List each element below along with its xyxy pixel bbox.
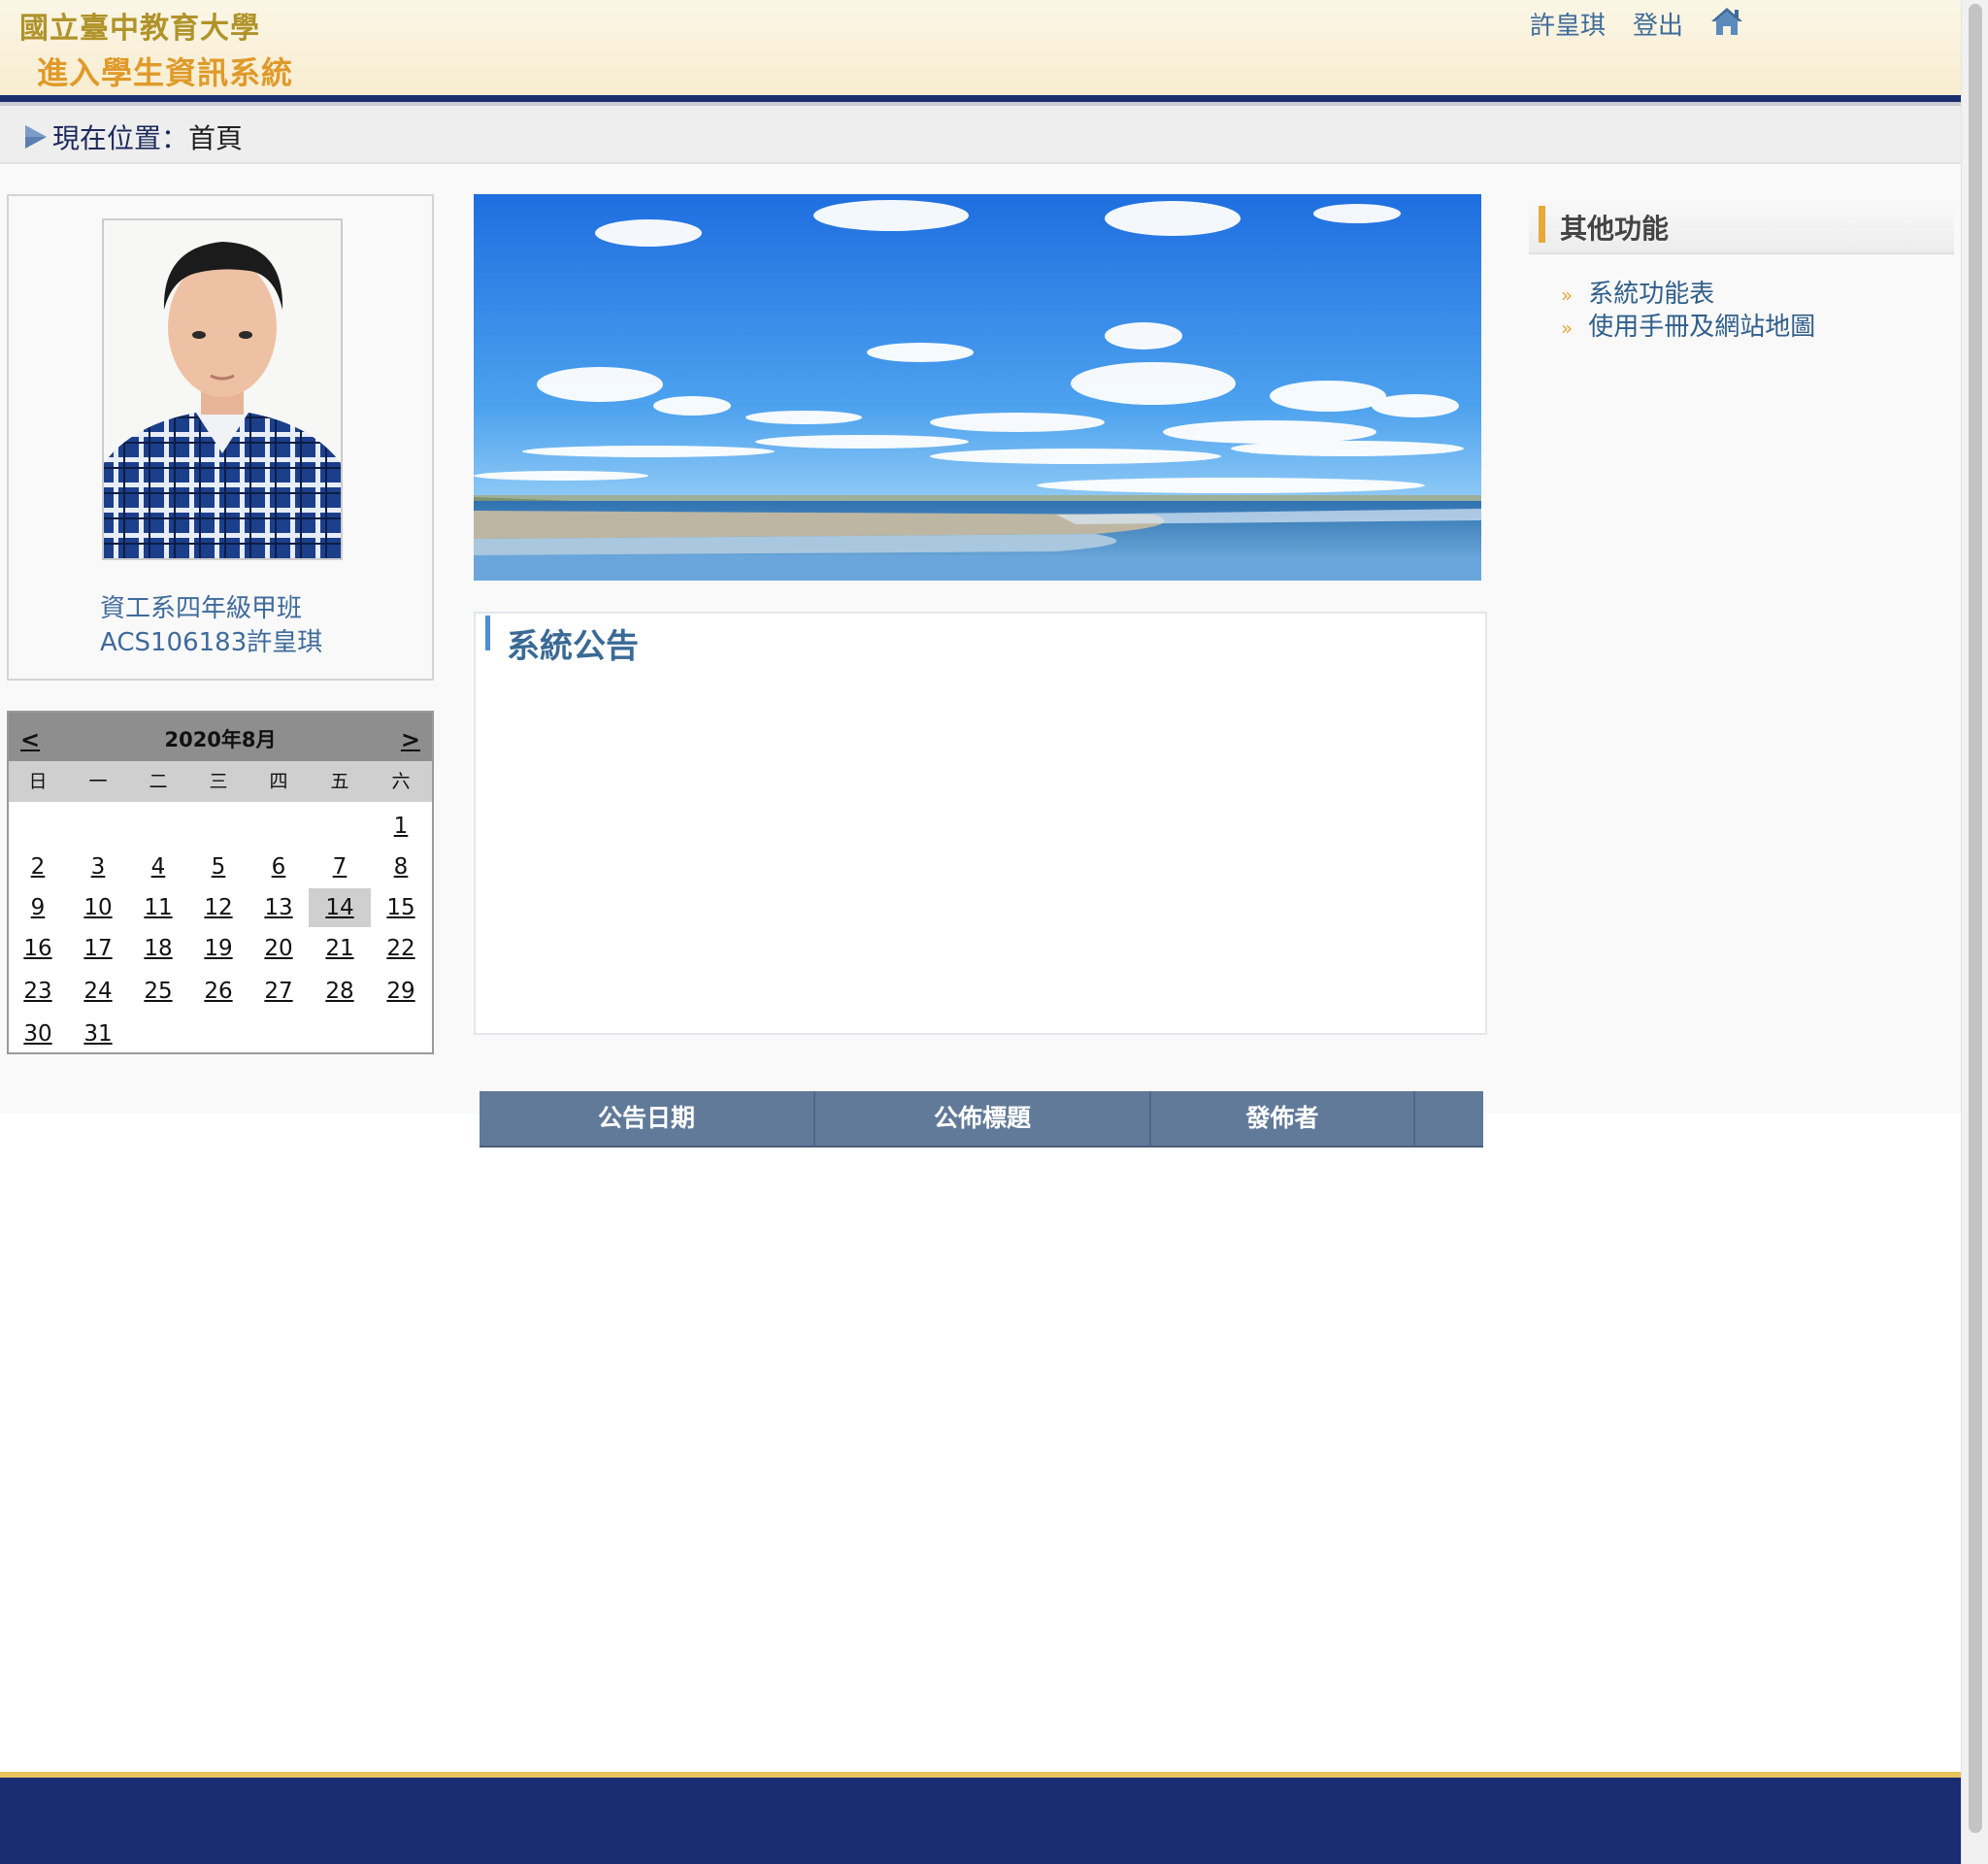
calendar-day[interactable]: 26 — [189, 972, 248, 1011]
calendar-day[interactable]: 20 — [249, 929, 308, 968]
calendar-day[interactable]: 13 — [249, 888, 308, 927]
home-icon[interactable] — [1710, 6, 1743, 37]
system-name[interactable]: 進入學生資訊系統 — [37, 49, 293, 93]
calendar-day[interactable]: 8 — [372, 848, 430, 886]
other-functions-header: 其他功能 — [1529, 194, 1954, 254]
double-chevron-icon: » — [1561, 283, 1574, 307]
calendar-day[interactable]: 29 — [372, 972, 430, 1011]
scrollbar-thumb[interactable] — [1969, 4, 1982, 1833]
announcement-header: 系統公告 — [474, 612, 1487, 672]
weekday-label: 四 — [269, 771, 288, 792]
student-department: 資工系四年級甲班 — [100, 594, 303, 623]
sidebar-item-label: 使用手冊及網站地圖 — [1588, 313, 1816, 342]
other-functions-title: 其他功能 — [1560, 213, 1670, 245]
calendar-day[interactable]: 4 — [129, 848, 187, 886]
weekday-label: 一 — [88, 771, 108, 792]
calendar-day-today[interactable]: 14 — [309, 888, 371, 927]
section-marker — [1539, 206, 1545, 243]
calendar: < 2020年8月 > 日 一 二 三 四 五 六 1 2 3 4 5 6 7 … — [7, 711, 434, 1054]
weekday-label: 三 — [209, 771, 228, 792]
calendar-day[interactable]: 10 — [69, 888, 127, 927]
announcement-table-header: 公告日期 公佈標題 發佈者 — [480, 1091, 1483, 1148]
sidebar-item-manual-sitemap[interactable]: » 使用手冊及網站地圖 — [1561, 307, 1815, 343]
calendar-day[interactable]: 9 — [9, 888, 67, 927]
column-divider — [1413, 1091, 1415, 1146]
calendar-day[interactable]: 18 — [129, 929, 187, 968]
play-arrow-icon — [23, 123, 49, 150]
weekday-label: 五 — [330, 771, 349, 792]
breadcrumb: 現在位置：首頁 — [0, 106, 1961, 164]
calendar-day[interactable]: 31 — [69, 1015, 127, 1053]
sidebar-item-label: 系統功能表 — [1588, 280, 1715, 309]
calendar-day[interactable]: 6 — [249, 848, 308, 886]
header: 國立臺中教育大學 進入學生資訊系統 許皇琪 登出 — [0, 0, 1961, 102]
calendar-day[interactable]: 17 — [69, 929, 127, 968]
breadcrumb-current: 首頁 — [188, 122, 244, 154]
weekday-label: 二 — [149, 771, 168, 792]
calendar-day[interactable]: 7 — [311, 848, 369, 886]
calendar-header: < 2020年8月 > — [9, 713, 432, 761]
announcement-body — [474, 670, 1487, 1035]
calendar-day[interactable]: 25 — [129, 972, 187, 1011]
calendar-day[interactable]: 24 — [69, 972, 127, 1011]
calendar-day[interactable]: 22 — [372, 929, 430, 968]
column-header-title: 公佈標題 — [933, 1104, 1031, 1132]
breadcrumb-label: 現在位置： — [52, 122, 189, 154]
calendar-day[interactable]: 27 — [249, 972, 308, 1011]
student-photo — [102, 218, 343, 560]
sidebar-item-function-menu[interactable]: » 系統功能表 — [1561, 274, 1714, 310]
calendar-day[interactable]: 1 — [372, 807, 430, 846]
column-header-date: 公告日期 — [597, 1104, 695, 1132]
section-marker — [485, 616, 490, 650]
student-id-name: ACS106183許皇琪 — [100, 628, 323, 657]
university-name: 國立臺中教育大學 — [19, 12, 260, 46]
calendar-day[interactable]: 5 — [189, 848, 248, 886]
double-chevron-icon: » — [1561, 316, 1574, 340]
breadcrumb-text: 現在位置：首頁 — [52, 117, 243, 156]
column-header-publisher: 發佈者 — [1245, 1104, 1319, 1132]
calendar-day[interactable]: 30 — [9, 1015, 67, 1053]
user-name-link[interactable]: 許皇琪 — [1530, 6, 1606, 42]
calendar-day[interactable]: 19 — [189, 929, 248, 968]
calendar-day[interactable]: 2 — [9, 848, 67, 886]
calendar-day[interactable]: 16 — [9, 929, 67, 968]
calendar-weekday-row: 日 一 二 三 四 五 六 — [9, 761, 432, 802]
calendar-day[interactable]: 28 — [311, 972, 369, 1011]
calendar-day[interactable]: 12 — [189, 888, 248, 927]
beach-banner-image — [474, 194, 1481, 581]
page: 國立臺中教育大學 進入學生資訊系統 許皇琪 登出 現在位置：首頁 資工系四年級甲… — [0, 0, 1961, 1864]
calendar-day[interactable]: 3 — [69, 848, 127, 886]
calendar-day[interactable]: 21 — [311, 929, 369, 968]
calendar-day[interactable]: 11 — [129, 888, 187, 927]
calendar-next-month[interactable]: > — [401, 726, 420, 753]
profile-card: 資工系四年級甲班 ACS106183許皇琪 — [7, 194, 434, 681]
weekday-label: 六 — [391, 771, 411, 792]
announcement-title: 系統公告 — [507, 627, 639, 666]
logout-link[interactable]: 登出 — [1633, 6, 1683, 42]
calendar-month-title: 2020年8月 — [164, 728, 277, 751]
weekday-label: 日 — [28, 771, 48, 792]
calendar-day[interactable]: 15 — [372, 888, 430, 927]
calendar-day[interactable]: 23 — [9, 972, 67, 1011]
vertical-scrollbar[interactable] — [1961, 0, 1988, 1864]
footer — [0, 1778, 1961, 1864]
